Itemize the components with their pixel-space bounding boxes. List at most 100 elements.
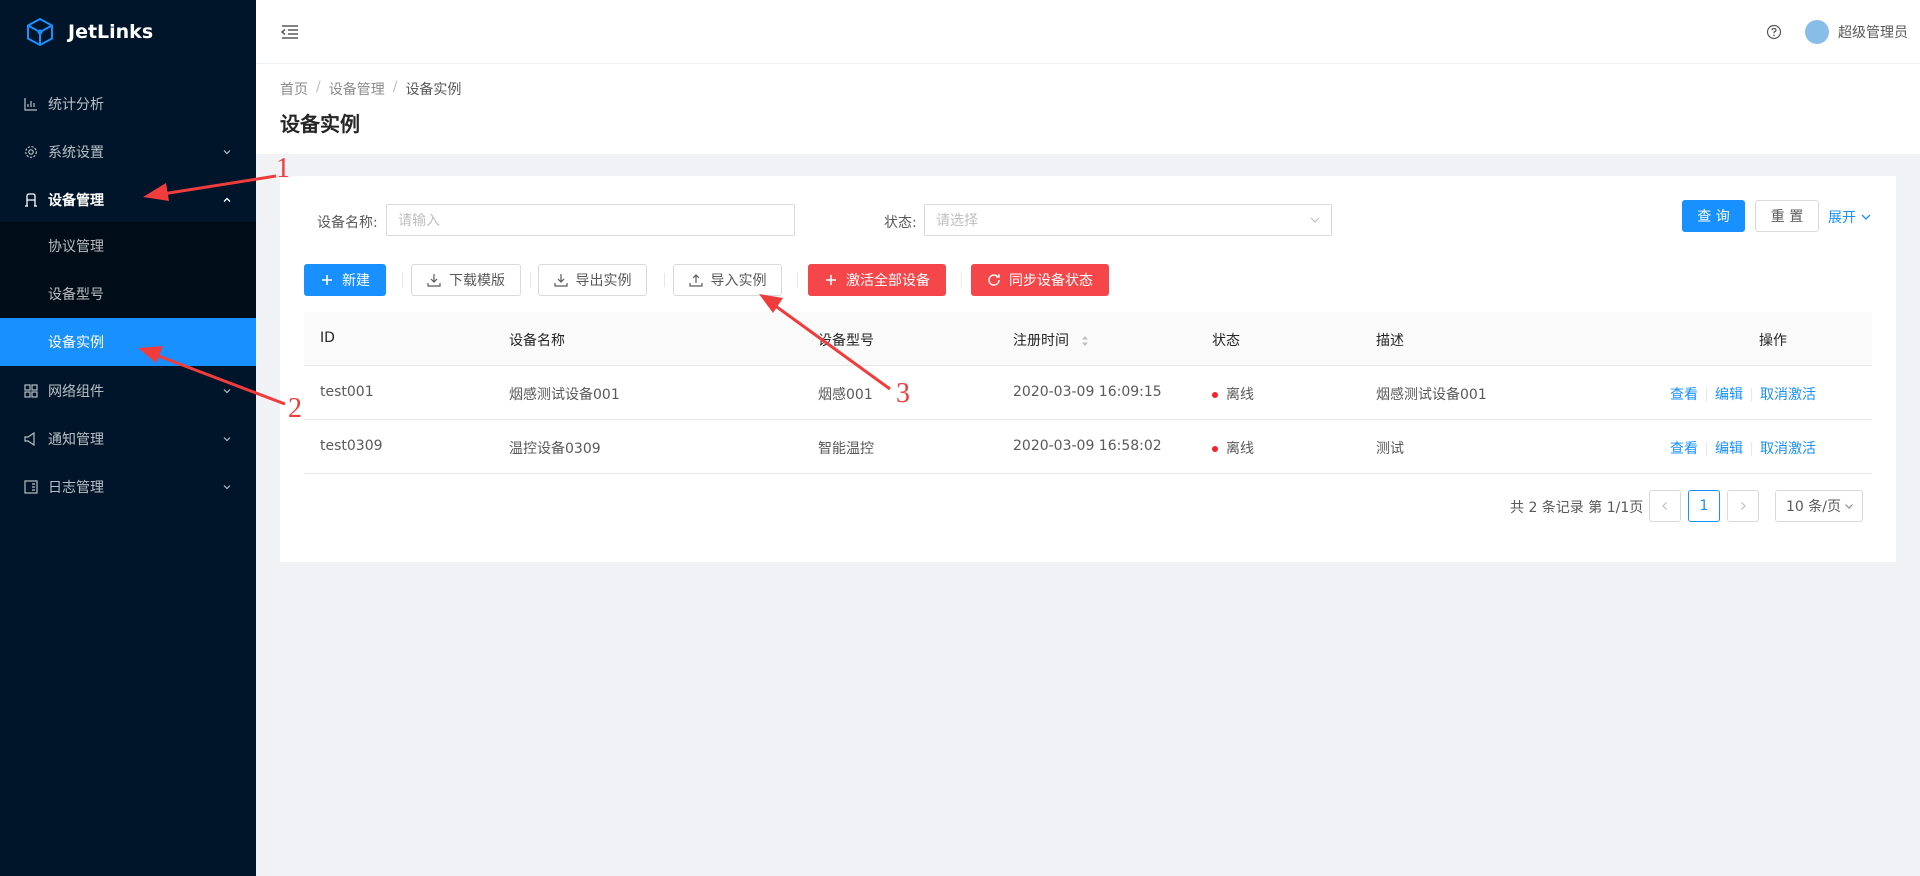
import-button[interactable]: 导入实例 (673, 264, 782, 296)
view-link[interactable]: 查看 (1670, 441, 1698, 457)
column-header-name: 设备名称 (509, 333, 565, 349)
column-header-model: 设备型号 (818, 333, 874, 349)
cell-name: 温控设备0309 (509, 441, 601, 457)
query-button[interactable]: 查 询 (1682, 200, 1745, 232)
logo[interactable]: JetLinks (0, 0, 256, 64)
grid-icon (24, 384, 38, 398)
activate-all-button[interactable]: 激活全部设备 (808, 264, 946, 296)
bar-chart-icon (24, 98, 37, 111)
reset-button[interactable]: 重 置 (1755, 200, 1819, 232)
sidebar-subitem-protocol[interactable]: 协议管理 (0, 222, 256, 270)
chevron-left-icon (1662, 502, 1667, 510)
export-button[interactable]: 导出实例 (538, 264, 647, 296)
page-size-value: 10 条/页 (1786, 499, 1841, 515)
chevron-down-icon (223, 389, 231, 394)
annotation-number: 2 (288, 393, 302, 424)
pagination-total: 共 2 条记录 第 1/1页 (1510, 500, 1644, 516)
sidebar-subitem-label: 协议管理 (48, 239, 104, 255)
new-button-label: 新建 (342, 273, 370, 289)
view-link[interactable]: 查看 (1670, 387, 1698, 403)
deactivate-link[interactable]: 取消激活 (1760, 387, 1816, 403)
breadcrumb-home[interactable]: 首页 (280, 79, 308, 99)
cell-name: 烟感测试设备001 (509, 387, 620, 403)
status-select[interactable]: 请选择 (924, 204, 1332, 236)
help-icon[interactable] (1766, 24, 1782, 40)
download-template-button[interactable]: 下载模版 (411, 264, 521, 296)
column-header-registered[interactable]: 注册时间 (1013, 330, 1089, 350)
download-icon (427, 274, 441, 287)
new-button[interactable]: 新建 (304, 264, 386, 296)
sidebar-item-label: 通知管理 (48, 432, 104, 448)
breadcrumb-parent[interactable]: 设备管理 (329, 79, 385, 99)
page-title: 设备实例 (280, 112, 360, 136)
cell-registered: 2020-03-09 16:09:15 (1013, 384, 1162, 400)
avatar[interactable] (1805, 20, 1829, 44)
sidebar-item-label: 网络组件 (48, 384, 104, 400)
deactivate-link[interactable]: 取消激活 (1760, 441, 1816, 457)
download-template-label: 下载模版 (449, 273, 505, 289)
action-divider (1751, 442, 1752, 456)
page-number-button[interactable]: 1 (1688, 490, 1720, 522)
status-label: 状态: (884, 215, 917, 231)
breadcrumb: 首页 / 设备管理 / 设备实例 (280, 79, 461, 99)
cube-logo-icon (27, 17, 53, 47)
next-page-button[interactable] (1727, 490, 1759, 522)
export-button-label: 导出实例 (575, 273, 632, 289)
sidebar-item-notification[interactable]: 通知管理 (0, 415, 256, 463)
sync-status-label: 同步设备状态 (1009, 273, 1093, 289)
query-button-label: 查 询 (1697, 209, 1730, 225)
action-divider (1706, 442, 1707, 456)
sidebar-item-statistics[interactable]: 统计分析 (0, 80, 256, 128)
toolbar-divider (961, 273, 962, 287)
breadcrumb-current: 设备实例 (405, 82, 462, 98)
edit-link[interactable]: 编辑 (1715, 387, 1743, 403)
sidebar-item-label: 统计分析 (48, 97, 104, 113)
name-label: 设备名称: (317, 215, 378, 231)
status-dot (1212, 392, 1218, 398)
sidebar-item-system-settings[interactable]: 系统设置 (0, 128, 256, 176)
sidebar-subitem-device-instance[interactable]: 设备实例 (0, 318, 256, 366)
page-header: 首页 / 设备管理 / 设备实例 设备实例 (256, 64, 1920, 154)
expand-label: 展开 (1828, 210, 1856, 226)
device-name-input[interactable]: 请输入 (386, 204, 795, 236)
action-divider (1706, 388, 1707, 402)
top-header: 超级管理员 (256, 0, 1920, 64)
page-size-select[interactable]: 10 条/页 (1775, 490, 1863, 522)
cell-id: test0309 (320, 438, 383, 454)
prev-page-button[interactable] (1649, 490, 1681, 522)
sidebar-subitem-device-model[interactable]: 设备型号 (0, 270, 256, 318)
status-text: 离线 (1226, 387, 1254, 403)
user-name[interactable]: 超级管理员 (1838, 22, 1908, 42)
cell-actions: 查看 编辑 取消激活 (1670, 384, 1816, 404)
cell-description: 烟感测试设备001 (1376, 387, 1487, 403)
sync-icon (988, 274, 1000, 286)
sync-status-button[interactable]: 同步设备状态 (971, 264, 1109, 296)
chevron-up-icon (223, 197, 231, 202)
log-icon (24, 480, 38, 494)
edit-link[interactable]: 编辑 (1715, 441, 1743, 457)
upload-icon (688, 274, 703, 287)
sidebar-item-logs[interactable]: 日志管理 (0, 463, 256, 511)
expand-link[interactable]: 展开 (1828, 207, 1872, 227)
sidebar: JetLinks 统计分析 系统设置 设备管理 协议管理 设备型号 设备实例 网… (0, 0, 256, 876)
activate-all-label: 激活全部设备 (846, 273, 930, 289)
sort-icon[interactable] (1081, 335, 1089, 347)
sidebar-item-network[interactable]: 网络组件 (0, 367, 256, 415)
cell-status: 离线 (1212, 438, 1254, 458)
toolbar-divider (530, 273, 531, 287)
sidebar-item-label: 系统设置 (48, 145, 104, 161)
chevron-down-icon (223, 150, 231, 155)
column-header-registered-label: 注册时间 (1013, 333, 1069, 349)
page-number: 1 (1699, 498, 1709, 514)
status-text: 离线 (1226, 441, 1254, 457)
menu-fold-icon[interactable] (280, 22, 300, 42)
breadcrumb-separator: / (316, 79, 321, 95)
cell-id: test001 (320, 384, 374, 400)
breadcrumb-separator: / (392, 79, 398, 95)
annotation-number: 3 (896, 378, 910, 409)
table-row: test001 烟感测试设备001 烟感001 2020-03-09 16:09… (304, 366, 1872, 420)
toolbar-divider (797, 273, 798, 287)
cell-actions: 查看 编辑 取消激活 (1670, 438, 1816, 458)
sidebar-item-device-management[interactable]: 设备管理 (0, 176, 256, 224)
action-divider (1751, 388, 1752, 402)
